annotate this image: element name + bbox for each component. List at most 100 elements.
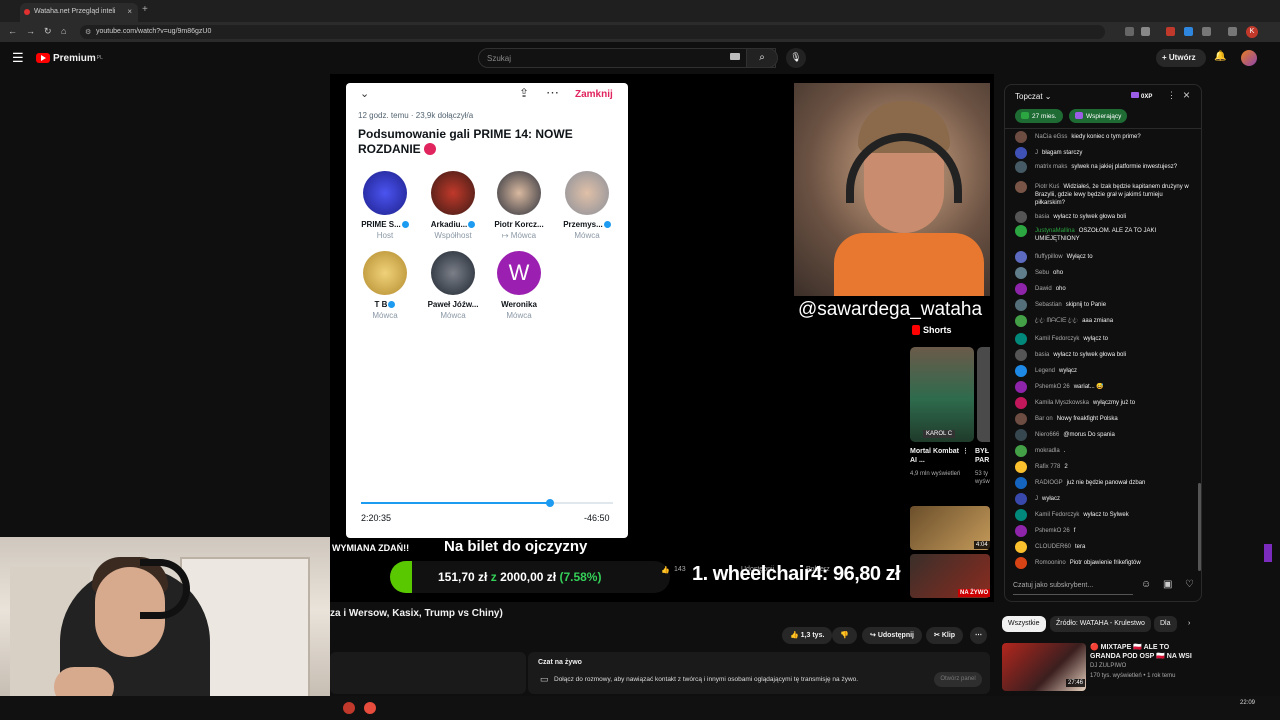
chat-message[interactable]: Niero666 @morus Do spania	[1015, 429, 1193, 441]
chat-author[interactable]: JustynaMallina	[1035, 228, 1075, 234]
chat-input[interactable]: Czatuj jako subskrybent...	[1013, 577, 1133, 595]
chat-author[interactable]: Bar on	[1035, 416, 1053, 422]
chat-message[interactable]: RADIOGP już nie będzie panował dzban	[1015, 477, 1193, 489]
speaker[interactable]: T B Mówca	[352, 251, 418, 320]
chat-message[interactable]: Sebu oho	[1015, 267, 1193, 279]
back-icon[interactable]: ←	[8, 26, 17, 36]
chat-author-avatar[interactable]	[1015, 131, 1027, 143]
taskbar-app-icon[interactable]	[364, 702, 376, 714]
chat-message[interactable]: matrix maks sylwek na jakiej platformie i…	[1015, 161, 1193, 173]
notifications-bell-icon[interactable]: 🔔	[1214, 51, 1226, 62]
more-actions-icon[interactable]: ⋯	[970, 627, 987, 644]
chat-message[interactable]: basia wyłacz to sylwek głowa boli	[1015, 211, 1193, 223]
chat-author-avatar[interactable]	[1015, 557, 1027, 569]
chevron-down-icon[interactable]: ⌄	[360, 87, 369, 100]
forward-icon[interactable]: →	[26, 26, 35, 36]
chat-author[interactable]: Kamila Myszkowska	[1035, 400, 1089, 406]
keyboard-icon[interactable]	[730, 53, 740, 60]
short-more-icon[interactable]: ⋮	[962, 447, 969, 456]
chat-author[interactable]: Rafix 778	[1035, 464, 1060, 470]
chat-author-avatar[interactable]	[1015, 299, 1027, 311]
short-thumbnail[interactable]	[910, 347, 974, 442]
chat-author[interactable]: J	[1035, 496, 1038, 502]
chat-author-avatar[interactable]	[1015, 381, 1027, 393]
chat-message[interactable]: NaCia eGss kiedy koniec o tym prime?	[1015, 131, 1193, 143]
chat-message[interactable]: Dawid oho	[1015, 283, 1193, 295]
more-icon[interactable]: ⋯	[546, 85, 560, 101]
chip-source[interactable]: Źródło: WATAHA - Krulestwo	[1050, 616, 1151, 632]
description-panel[interactable]	[330, 652, 526, 694]
chat-message[interactable]: Kamila Myszkowska wyłączmy już to	[1015, 397, 1193, 409]
tab-close-icon[interactable]: ×	[127, 7, 132, 16]
chat-message[interactable]: CLOUDER60 tera	[1015, 541, 1193, 553]
chat-author-avatar[interactable]	[1015, 541, 1027, 553]
chat-mode-dropdown[interactable]: Topczat ⌄	[1015, 92, 1052, 101]
short-thumbnail[interactable]	[977, 347, 990, 442]
chat-author[interactable]: PshemkO 26	[1035, 528, 1070, 534]
chip-all[interactable]: Wszystkie	[1002, 616, 1046, 632]
url-field[interactable]: ⚙ youtube.com/watch?v=ug/9m86gzU0	[80, 25, 1105, 39]
open-chat-panel-button[interactable]: Otwórz panel	[934, 672, 982, 687]
chat-author-avatar[interactable]	[1015, 349, 1027, 361]
chat-message[interactable]: Bar on Nowy freakfight Polska	[1015, 413, 1193, 425]
share-icon[interactable]: ⇪	[519, 86, 529, 100]
chat-author-avatar[interactable]	[1015, 315, 1027, 327]
chat-author-avatar[interactable]	[1015, 413, 1027, 425]
chat-author-avatar[interactable]	[1015, 525, 1027, 537]
chat-scrollbar[interactable]	[1198, 483, 1201, 571]
chat-message[interactable]: PshemkO 26 wariat... 😅	[1015, 381, 1193, 393]
chat-author[interactable]: Sebastian	[1035, 302, 1062, 308]
extensions-puzzle-icon[interactable]	[1202, 27, 1211, 36]
site-info-icon[interactable]: ⚙	[85, 28, 91, 36]
taskbar-app-icon[interactable]	[343, 702, 355, 714]
create-button[interactable]: + Utwórz	[1156, 49, 1206, 67]
chat-message[interactable]: Legend wyłącz	[1015, 365, 1193, 377]
chat-author[interactable]: Kamil Fedorczyk	[1035, 336, 1079, 342]
chat-close-icon[interactable]: ×	[1183, 88, 1190, 102]
speaker[interactable]: Paweł Jóźw... Mówca	[420, 251, 486, 320]
speaker[interactable]: Arkadiu... Współhost	[420, 171, 486, 240]
chat-message[interactable]: Kamil Fedorczyk wyłacz to Sylwek	[1015, 509, 1193, 521]
chat-author-avatar[interactable]	[1015, 251, 1027, 263]
chat-message[interactable]: Jwyłacz	[1015, 493, 1193, 505]
search-button[interactable]: ⌕	[746, 48, 778, 68]
bookmark-star-icon[interactable]	[1141, 27, 1150, 36]
chat-author-avatar[interactable]	[1015, 211, 1027, 223]
chat-author-avatar[interactable]	[1015, 147, 1027, 159]
browser-tab[interactable]: Wataha.net Przegląd inteli ×	[20, 3, 138, 22]
heart-icon[interactable]: ♡	[1185, 579, 1194, 590]
extension-icon[interactable]	[1184, 27, 1193, 36]
chat-author[interactable]: mokradla	[1035, 448, 1060, 454]
new-tab-icon[interactable]: +	[142, 4, 148, 15]
chat-author[interactable]: Dawid	[1035, 286, 1052, 292]
cast-icon[interactable]	[1125, 27, 1134, 36]
mic-icon[interactable]: 🎙	[786, 48, 806, 68]
chat-message[interactable]: Romoonino Piotr objawienie frikefigtów	[1015, 557, 1193, 569]
emoji-icon[interactable]: ☺	[1141, 579, 1151, 590]
clip-button[interactable]: ✂ Klip	[926, 627, 964, 644]
short-title[interactable]: BYŁ PAR	[975, 447, 990, 465]
chat-author[interactable]: ꦿꦿ ᗰᗩᑕIᗴ ꦿꦿ	[1035, 318, 1078, 324]
speaker[interactable]: W Weronika Mówca	[486, 251, 552, 320]
chat-more-icon[interactable]: ⋮	[1167, 90, 1176, 101]
speaker[interactable]: Przemys... Mówca	[554, 171, 620, 240]
chat-author-avatar[interactable]	[1015, 283, 1027, 295]
chat-author[interactable]: basia	[1035, 352, 1049, 358]
chat-message[interactable]: Jbłagam starczy	[1015, 147, 1193, 159]
chat-message[interactable]: basia wyłacz to sylwek głowa boli	[1015, 349, 1193, 361]
chat-author-avatar[interactable]	[1015, 365, 1027, 377]
browser-profile-icon[interactable]: K	[1246, 26, 1258, 38]
chat-message[interactable]: mokradla.	[1015, 445, 1193, 457]
chat-message[interactable]: ꦿꦿ ᗰᗩᑕIᗴ ꦿꦿ aaa zmiana	[1015, 315, 1193, 327]
chat-author-avatar[interactable]	[1015, 429, 1027, 441]
reload-icon[interactable]: ↻	[44, 26, 52, 37]
menu-icon[interactable]: ☰	[12, 50, 24, 66]
chat-author[interactable]: PshemkO 26	[1035, 384, 1070, 390]
chat-message[interactable]: Piotr Kuś Widziałeś, że Izak będzie kapit…	[1015, 181, 1193, 207]
supporter-pill[interactable]: Wspierający	[1069, 109, 1128, 123]
chat-author[interactable]: basia	[1035, 214, 1049, 220]
recommended-channel[interactable]: DJ ZULPIWO	[1090, 663, 1126, 669]
space-progress-bar[interactable]	[361, 499, 613, 507]
extension-icon[interactable]	[1166, 27, 1175, 36]
chat-author-avatar[interactable]	[1015, 161, 1027, 173]
